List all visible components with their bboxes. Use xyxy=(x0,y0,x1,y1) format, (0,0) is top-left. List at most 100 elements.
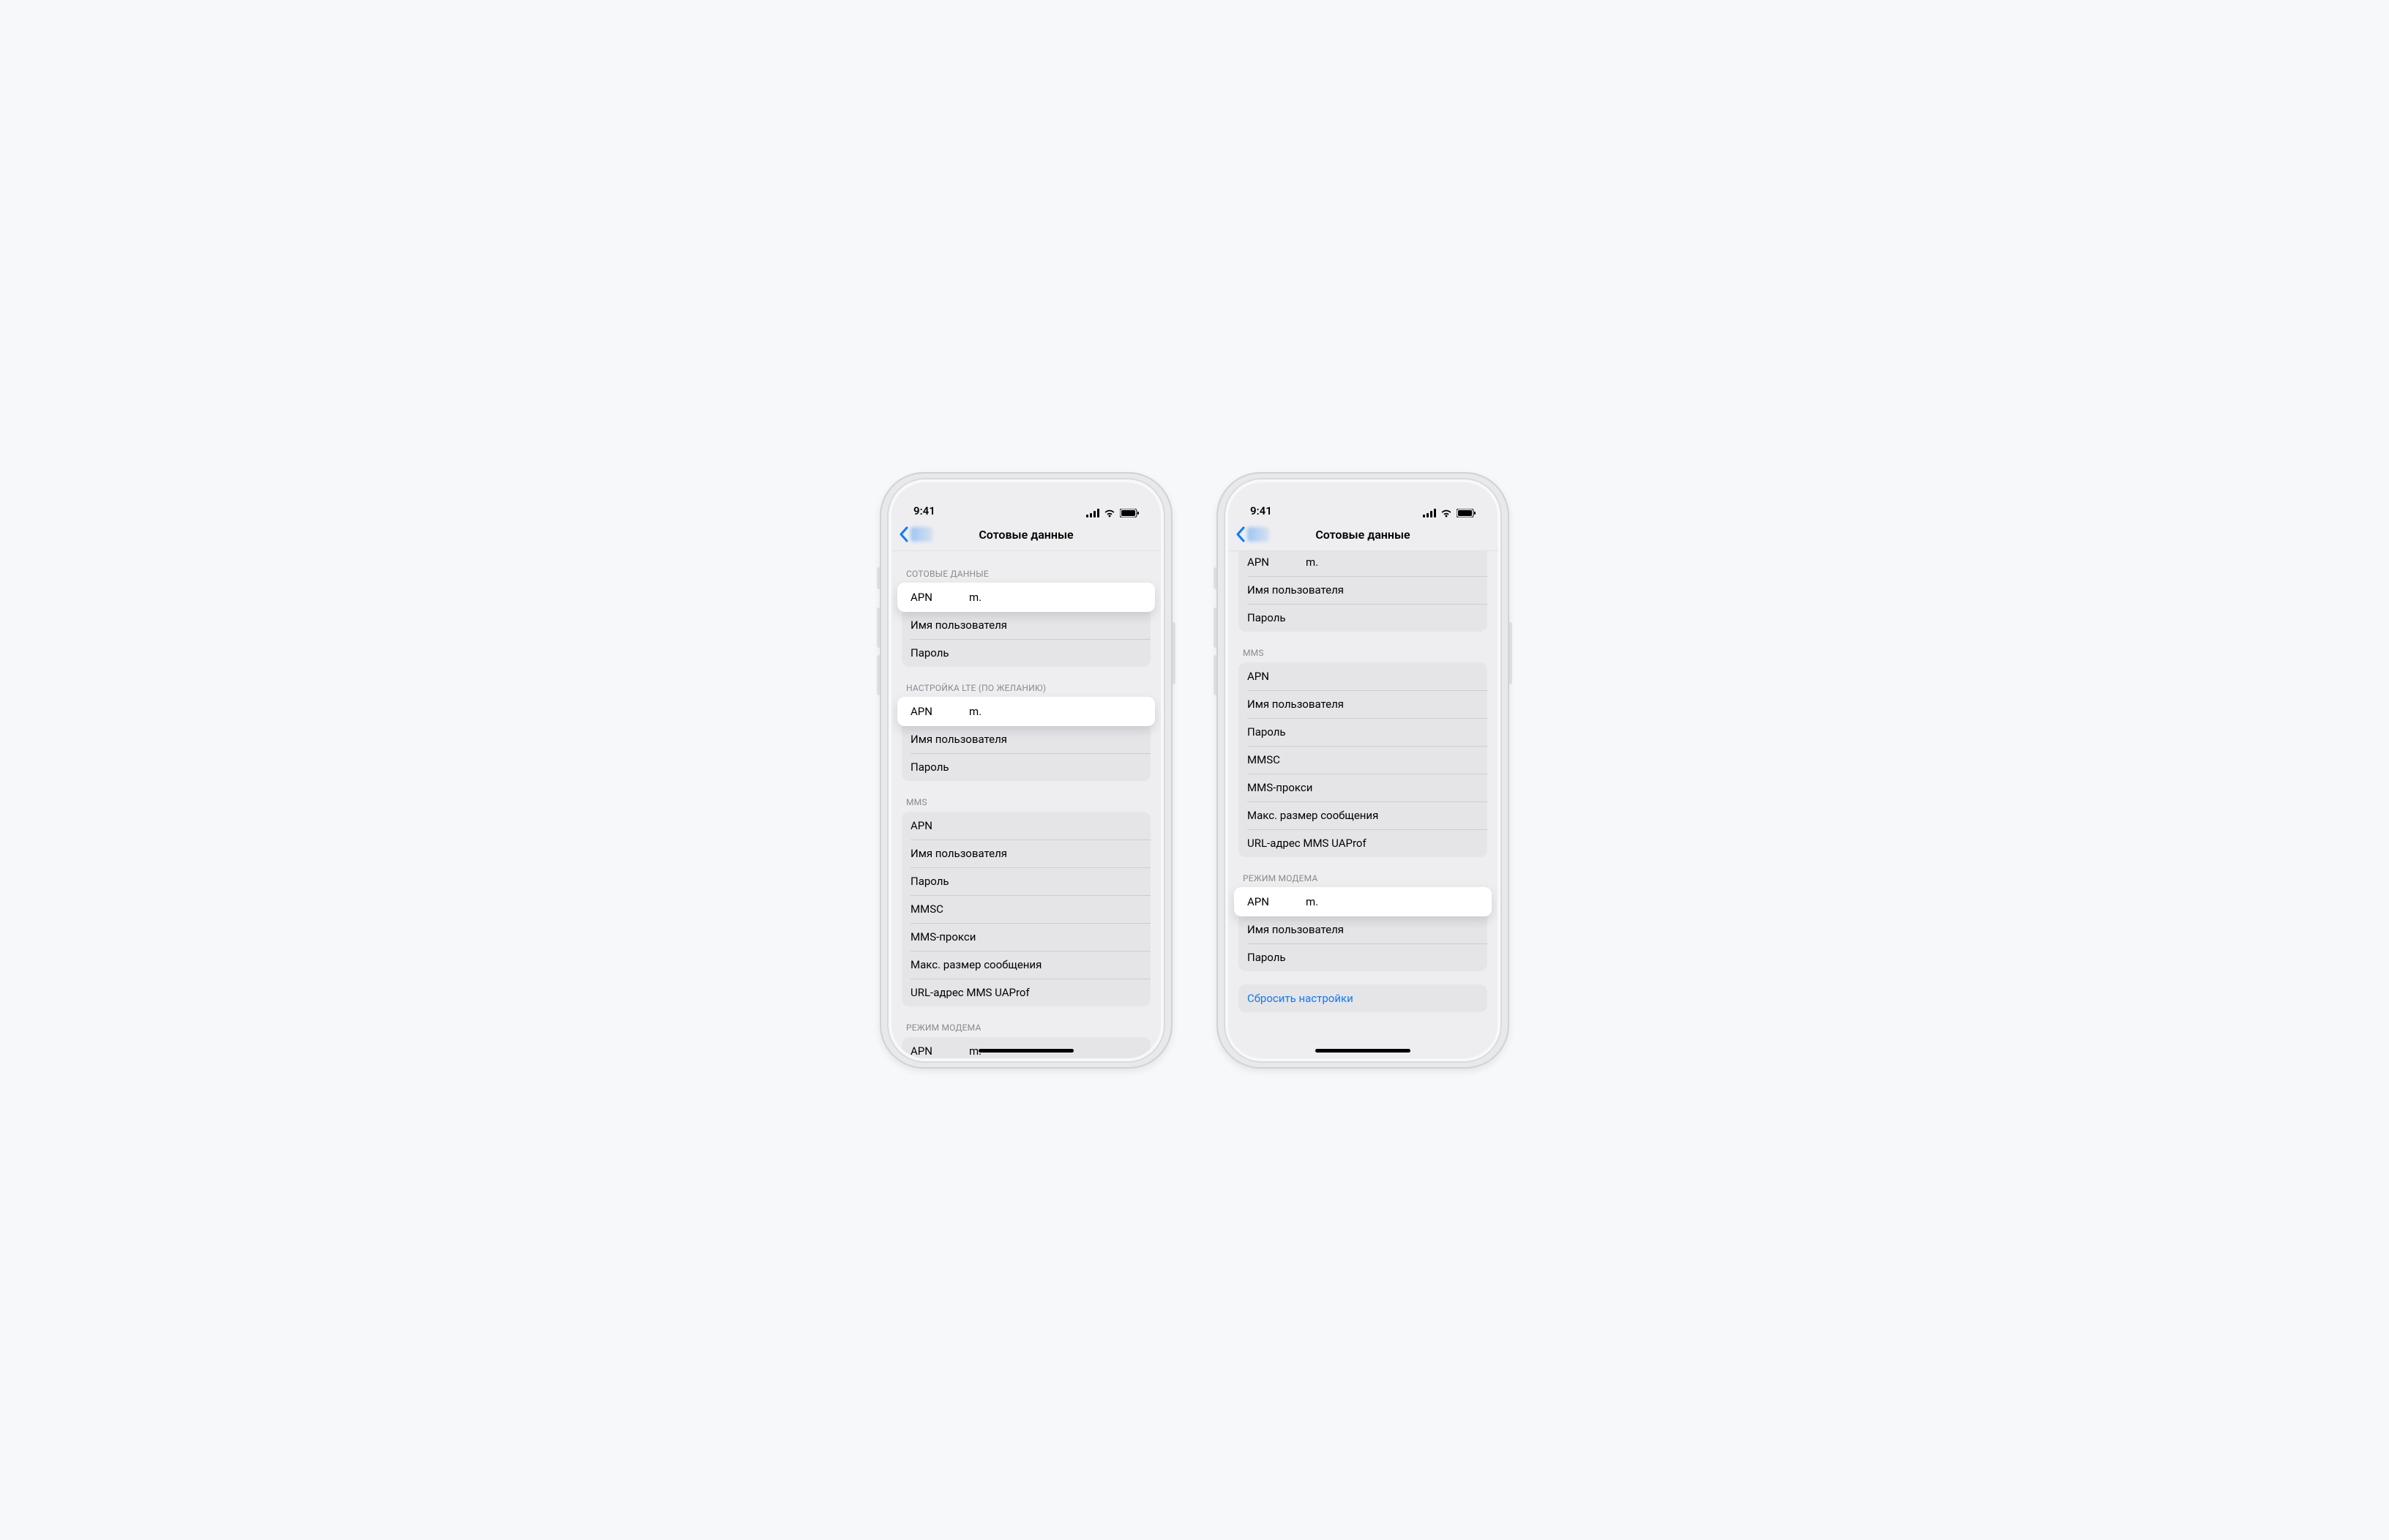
row-mms-username[interactable]: Имя пользователя xyxy=(1238,690,1487,718)
battery-icon xyxy=(1120,509,1139,517)
label-password: Пароль xyxy=(911,875,949,888)
label-password: Пароль xyxy=(1247,611,1286,624)
row-hotspot-apn[interactable]: APN m. xyxy=(902,1037,1151,1058)
reset-button[interactable]: Сбросить настройки xyxy=(1238,984,1487,1012)
cellular-icon xyxy=(1423,509,1436,517)
row-cellular-password[interactable]: Пароль xyxy=(1238,604,1487,632)
status-right xyxy=(1086,509,1139,517)
row-hotspot-username[interactable]: Имя пользователя xyxy=(1238,916,1487,943)
row-mms-mmsc[interactable]: MMSC xyxy=(902,895,1151,923)
group-hotspot: APN m. xyxy=(902,1037,1151,1058)
label-apn: APN xyxy=(911,819,932,832)
row-hotspot-password[interactable]: Пароль xyxy=(1238,943,1487,971)
group-reset: Сбросить настройки xyxy=(1238,984,1487,1012)
stage: 9:41 xyxy=(626,443,1764,1098)
value-apn: m. xyxy=(1306,895,1478,908)
scroll-inner: СОТОВЫЕ ДАННЫЕ APN m. Имя пользователя xyxy=(891,551,1161,1058)
group-mms: APN Имя пользователя Пароль xyxy=(1238,662,1487,857)
row-cellular-password[interactable]: Пароль xyxy=(902,639,1151,667)
label-mms-proxy: MMS-прокси xyxy=(911,930,976,943)
phone-body: 9:41 xyxy=(1216,472,1509,1069)
label-mmsc: MMSC xyxy=(911,902,943,916)
row-mms-proxy[interactable]: MMS-прокси xyxy=(902,923,1151,951)
section-header-mms: MMS xyxy=(891,781,1161,812)
back-button[interactable] xyxy=(1235,519,1269,550)
cellular-icon xyxy=(1086,509,1099,517)
section-header-mms: MMS xyxy=(1228,632,1498,662)
status-right xyxy=(1423,509,1476,517)
row-cellular-apn[interactable]: APN m. xyxy=(897,583,1155,612)
label-username: Имя пользователя xyxy=(911,733,1007,746)
label-username: Имя пользователя xyxy=(911,618,1007,632)
row-mms-apn[interactable]: APN xyxy=(1238,662,1487,690)
scroll-area[interactable]: СОТОВЫЕ ДАННЫЕ APN m. Имя пользователя xyxy=(891,551,1161,1058)
phone-body: 9:41 xyxy=(880,472,1173,1069)
label-apn: APN xyxy=(911,1044,969,1058)
status-bar: 9:41 xyxy=(1228,482,1498,519)
page-title: Сотовые данные xyxy=(979,528,1073,542)
value-apn: m. xyxy=(1306,556,1478,569)
screen: 9:41 xyxy=(1228,482,1498,1058)
group-cellular-tail: APN m. Имя пользователя Пароль xyxy=(1238,551,1487,632)
label-password: Пароль xyxy=(1247,725,1286,739)
back-label-blur xyxy=(911,527,932,542)
section-header-lte: НАСТРОЙКА LTE (ПО ЖЕЛАНИЮ) xyxy=(891,667,1161,698)
row-mms-username[interactable]: Имя пользователя xyxy=(902,840,1151,867)
section-header-hotspot: РЕЖИМ МОДЕМА xyxy=(1228,857,1498,888)
status-time: 9:41 xyxy=(1250,504,1272,517)
label-apn: APN xyxy=(1247,895,1306,908)
nav-bar: Сотовые данные xyxy=(1228,519,1498,551)
label-apn: APN xyxy=(911,705,969,718)
scroll-area[interactable]: APN m. Имя пользователя Пароль xyxy=(1228,551,1498,1058)
status-time: 9:41 xyxy=(913,504,935,517)
label-mms-maxsize: Макс. размер сообщения xyxy=(911,958,1042,971)
row-lte-apn[interactable]: APN m. xyxy=(897,697,1155,726)
phone-inner: 9:41 xyxy=(887,478,1165,1063)
screen: 9:41 xyxy=(891,482,1161,1058)
back-button[interactable] xyxy=(899,519,932,550)
spacer xyxy=(1228,971,1498,984)
status-bar: 9:41 xyxy=(891,482,1161,519)
value-apn: m. xyxy=(969,705,1142,718)
label-apn: APN xyxy=(1247,556,1306,569)
row-mms-password[interactable]: Пароль xyxy=(1238,718,1487,746)
label-mms-proxy: MMS-прокси xyxy=(1247,781,1312,794)
label-mms-maxsize: Макс. размер сообщения xyxy=(1247,809,1378,822)
wifi-icon xyxy=(1104,509,1115,517)
row-mms-proxy[interactable]: MMS-прокси xyxy=(1238,774,1487,801)
row-mms-maxsize[interactable]: Макс. размер сообщения xyxy=(1238,801,1487,829)
label-password: Пароль xyxy=(1247,951,1286,964)
row-mms-password[interactable]: Пароль xyxy=(902,867,1151,895)
group-lte: APN m. Имя пользователя Пароль xyxy=(902,697,1151,781)
row-lte-password[interactable]: Пароль xyxy=(902,753,1151,781)
scroll-inner: APN m. Имя пользователя Пароль xyxy=(1228,551,1498,1034)
label-password: Пароль xyxy=(911,760,949,774)
group-cellular: APN m. Имя пользователя Пароль xyxy=(902,583,1151,667)
battery-icon xyxy=(1457,509,1476,517)
row-mms-uaprof[interactable]: URL-адрес MMS UAProf xyxy=(1238,829,1487,857)
home-indicator[interactable] xyxy=(1315,1049,1410,1053)
row-mms-uaprof[interactable]: URL-адрес MMS UAProf xyxy=(902,979,1151,1006)
chevron-left-icon xyxy=(1235,526,1246,542)
nav-bar: Сотовые данные xyxy=(891,519,1161,551)
row-lte-username[interactable]: Имя пользователя xyxy=(902,725,1151,753)
label-mms-uaprof: URL-адрес MMS UAProf xyxy=(911,986,1030,999)
label-mmsc: MMSC xyxy=(1247,753,1280,766)
row-cellular-username[interactable]: Имя пользователя xyxy=(1238,576,1487,604)
row-mms-mmsc[interactable]: MMSC xyxy=(1238,746,1487,774)
home-indicator[interactable] xyxy=(979,1049,1074,1053)
row-hotspot-apn[interactable]: APN m. xyxy=(1234,887,1492,916)
chevron-left-icon xyxy=(899,526,909,542)
reset-label: Сбросить настройки xyxy=(1247,992,1353,1005)
label-username: Имя пользователя xyxy=(1247,583,1344,597)
row-cellular-apn[interactable]: APN m. xyxy=(1238,551,1487,576)
row-mms-maxsize[interactable]: Макс. размер сообщения xyxy=(902,951,1151,979)
phone-inner: 9:41 xyxy=(1224,478,1502,1063)
label-username: Имя пользователя xyxy=(1247,698,1344,711)
page-title: Сотовые данные xyxy=(1315,528,1410,542)
group-hotspot: APN m. Имя пользователя Пароль xyxy=(1238,887,1487,971)
section-header-hotspot: РЕЖИМ МОДЕМА xyxy=(891,1006,1161,1037)
row-cellular-username[interactable]: Имя пользователя xyxy=(902,611,1151,639)
label-apn: APN xyxy=(911,591,969,604)
row-mms-apn[interactable]: APN xyxy=(902,812,1151,840)
